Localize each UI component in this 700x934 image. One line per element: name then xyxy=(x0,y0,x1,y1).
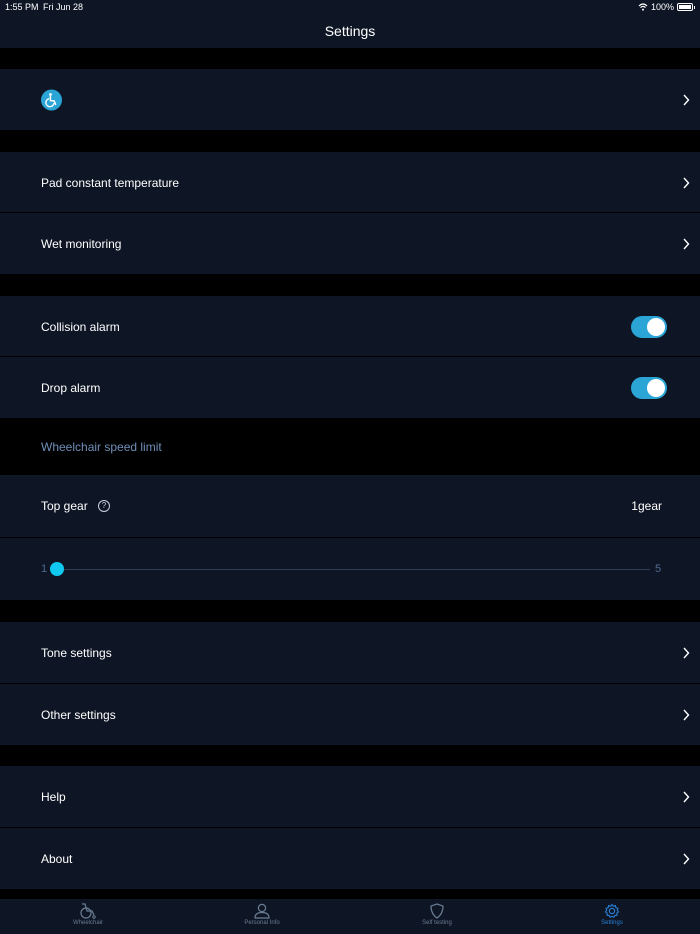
top-gear-row: Top gear ? 1gear xyxy=(0,475,700,537)
gear-icon xyxy=(604,903,620,919)
chevron-right-icon xyxy=(683,238,690,249)
tab-wheelchair[interactable]: Wheelchair xyxy=(38,899,138,934)
pad-temperature-row[interactable]: Pad constant temperature xyxy=(0,152,700,213)
shield-icon xyxy=(430,903,444,919)
question-circle-icon[interactable]: ? xyxy=(98,500,110,512)
about-label: About xyxy=(41,851,73,866)
help-label: Help xyxy=(41,789,66,804)
wet-monitoring-label: Wet monitoring xyxy=(41,236,122,251)
wheelchair-accessible-icon xyxy=(41,89,62,110)
battery-percent: 100% xyxy=(650,2,674,12)
drop-alarm-toggle[interactable] xyxy=(631,376,667,399)
slider-max-label: 5 xyxy=(655,563,662,575)
about-row[interactable]: About xyxy=(0,828,700,889)
top-gear-value: 1gear xyxy=(631,499,662,513)
chevron-right-icon xyxy=(683,647,690,658)
top-gear-label: Top gear xyxy=(41,499,88,513)
tab-bar: Wheelchair Personal Info Self testing Se… xyxy=(0,899,700,934)
pad-temperature-label: Pad constant temperature xyxy=(41,175,180,190)
toggle-knob xyxy=(647,378,665,397)
tab-personal-info[interactable]: Personal Info xyxy=(212,899,312,934)
tab-label: Settings xyxy=(601,920,623,926)
status-right: 100% xyxy=(638,2,695,12)
status-bar: 1:55 PM Fri Jun 28 100% xyxy=(0,0,700,14)
speed-limit-section-header: Wheelchair speed limit xyxy=(0,418,700,475)
wheelchair-settings-row[interactable] xyxy=(0,69,700,130)
page-title: Settings xyxy=(324,23,376,39)
status-date: Fri Jun 28 xyxy=(43,2,84,12)
tab-label: Wheelchair xyxy=(72,920,103,926)
chevron-right-icon xyxy=(683,177,690,188)
wheelchair-icon xyxy=(80,903,96,919)
wifi-icon xyxy=(638,3,648,11)
speed-slider-track[interactable] xyxy=(57,569,650,570)
other-settings-row[interactable]: Other settings xyxy=(0,684,700,745)
person-icon xyxy=(254,903,270,919)
wet-monitoring-row[interactable]: Wet monitoring xyxy=(0,213,700,274)
tab-settings[interactable]: Settings xyxy=(562,899,662,934)
battery-tip xyxy=(694,5,695,9)
tab-self-testing[interactable]: Self testing xyxy=(387,899,487,934)
collision-alarm-label: Collision alarm xyxy=(41,319,120,334)
tone-settings-label: Tone settings xyxy=(41,645,112,660)
battery-icon xyxy=(677,3,693,11)
toggle-knob xyxy=(647,317,665,336)
collision-alarm-row: Collision alarm xyxy=(0,296,700,357)
chevron-right-icon xyxy=(683,853,690,864)
collision-alarm-toggle[interactable] xyxy=(631,315,667,338)
drop-alarm-row: Drop alarm xyxy=(0,357,700,418)
speed-limit-title: Wheelchair speed limit xyxy=(41,439,162,454)
chevron-right-icon xyxy=(683,791,690,802)
help-row[interactable]: Help xyxy=(0,766,700,827)
drop-alarm-label: Drop alarm xyxy=(41,380,101,395)
tone-settings-row[interactable]: Tone settings xyxy=(0,622,700,683)
slider-min-label: 1 xyxy=(41,563,48,575)
tab-label: Self testing xyxy=(422,920,452,926)
speed-slider-row: 1 5 xyxy=(0,538,700,600)
other-settings-label: Other settings xyxy=(41,707,116,722)
speed-slider-thumb[interactable] xyxy=(50,562,64,576)
chevron-right-icon xyxy=(683,94,690,105)
chevron-right-icon xyxy=(683,709,690,720)
status-time: 1:55 PM xyxy=(5,2,39,12)
tab-label: Personal Info xyxy=(244,920,280,926)
navigation-bar: Settings xyxy=(0,14,700,48)
